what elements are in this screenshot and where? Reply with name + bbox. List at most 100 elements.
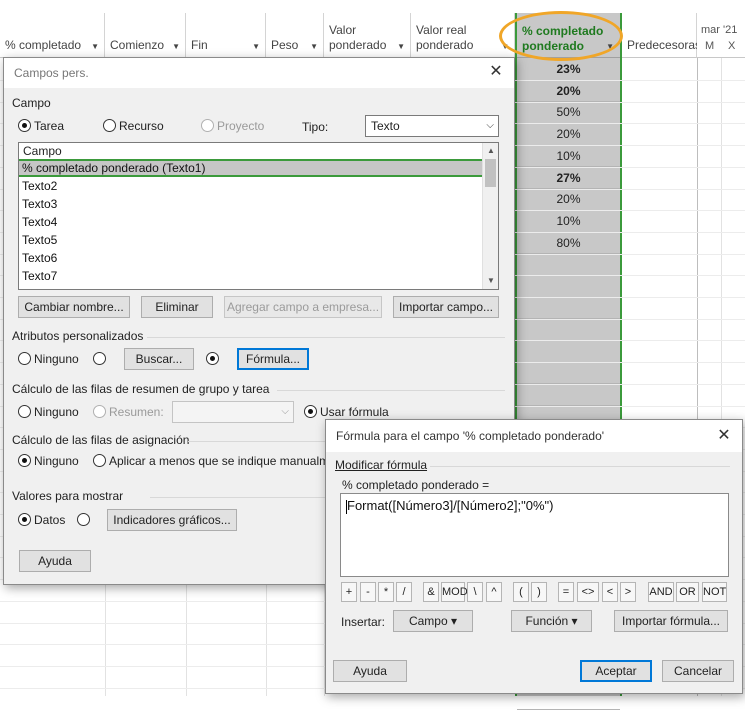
empty-cell[interactable] bbox=[517, 298, 620, 320]
operator-button[interactable]: + bbox=[341, 582, 357, 602]
field-list-item[interactable]: Texto7 bbox=[19, 267, 483, 285]
chevron-down-icon[interactable]: ▼ bbox=[397, 42, 405, 51]
empty-cell[interactable] bbox=[517, 341, 620, 363]
scroll-up-icon[interactable]: ▲ bbox=[483, 143, 498, 159]
chevron-down-icon[interactable]: ▼ bbox=[91, 42, 99, 51]
insert-function-button[interactable]: Función ▾ bbox=[511, 610, 592, 632]
field-list-header: Campo bbox=[19, 143, 483, 160]
divider bbox=[430, 466, 730, 467]
timeline-header: mar '21 M X bbox=[697, 13, 745, 58]
operator-button[interactable]: = bbox=[558, 582, 574, 602]
radio-attributes-lookup[interactable] bbox=[93, 352, 106, 365]
empty-cell[interactable] bbox=[517, 385, 620, 407]
radio-attributes-none[interactable] bbox=[18, 352, 31, 365]
field-list-scrollbar[interactable]: ▲ ▼ bbox=[482, 143, 498, 289]
field-list-item[interactable]: Texto6 bbox=[19, 249, 483, 267]
import-field-button[interactable]: Importar campo... bbox=[393, 296, 499, 318]
field-list[interactable]: Campo % completado ponderado (Texto1) Tex… bbox=[18, 142, 499, 290]
operator-button[interactable]: ) bbox=[531, 582, 547, 602]
operator-button[interactable]: OR bbox=[676, 582, 699, 602]
ok-button[interactable]: Aceptar bbox=[580, 660, 652, 682]
operator-button[interactable]: / bbox=[396, 582, 412, 602]
insert-field-button[interactable]: Campo ▾ bbox=[393, 610, 473, 632]
field-list-item[interactable]: Texto2 bbox=[19, 177, 483, 195]
operator-button[interactable]: - bbox=[360, 582, 376, 602]
column-header-weighted-value[interactable]: Valor ponderado ▼ bbox=[324, 13, 411, 58]
close-icon[interactable]: ✕ bbox=[488, 64, 504, 80]
weighted-percent-cell[interactable]: 10% bbox=[517, 211, 620, 233]
rollup-select[interactable]: ⌵ bbox=[172, 401, 294, 423]
divider bbox=[150, 497, 328, 498]
radio-task[interactable] bbox=[18, 119, 31, 132]
operator-button[interactable]: > bbox=[620, 582, 636, 602]
operator-button[interactable]: NOT bbox=[702, 582, 727, 602]
weighted-percent-cell[interactable]: 20% bbox=[517, 124, 620, 146]
operator-button[interactable]: ( bbox=[513, 582, 529, 602]
chevron-down-icon[interactable]: ▼ bbox=[252, 42, 260, 51]
lookup-button[interactable]: Buscar... bbox=[124, 348, 194, 370]
radio-project[interactable] bbox=[201, 119, 214, 132]
weighted-percent-cell[interactable]: 10% bbox=[517, 146, 620, 168]
formula-help-button[interactable]: Ayuda bbox=[333, 660, 407, 682]
dialog-titlebar: Fórmula para el campo '% completado pond… bbox=[326, 420, 742, 452]
operator-button[interactable]: <> bbox=[577, 582, 599, 602]
operator-button[interactable]: < bbox=[602, 582, 618, 602]
field-list-item[interactable]: Texto5 bbox=[19, 231, 483, 249]
radio-assignment-none[interactable] bbox=[18, 454, 31, 467]
operator-button[interactable]: ^ bbox=[486, 582, 502, 602]
radio-summary-use-formula[interactable] bbox=[304, 405, 317, 418]
radio-summary-rollup[interactable] bbox=[93, 405, 106, 418]
campo-group-label: Campo bbox=[12, 96, 51, 110]
divider bbox=[188, 441, 328, 442]
divider bbox=[147, 337, 505, 338]
operator-button[interactable]: \ bbox=[467, 582, 483, 602]
field-list-item[interactable]: Texto3 bbox=[19, 195, 483, 213]
formula-textarea[interactable]: Format([Número3]/[Número2];"0%") bbox=[340, 493, 729, 577]
operator-button[interactable]: & bbox=[423, 582, 439, 602]
weighted-percent-cell[interactable]: 20% bbox=[517, 189, 620, 211]
chevron-down-icon[interactable]: ▼ bbox=[310, 42, 318, 51]
divider bbox=[277, 390, 505, 391]
operator-button[interactable]: AND bbox=[648, 582, 674, 602]
radio-attributes-formula[interactable] bbox=[206, 352, 219, 365]
delete-button[interactable]: Eliminar bbox=[141, 296, 213, 318]
field-list-item[interactable]: Texto4 bbox=[19, 213, 483, 231]
rename-button[interactable]: Cambiar nombre... bbox=[18, 296, 130, 318]
radio-values-graphical[interactable] bbox=[77, 513, 90, 526]
help-button[interactable]: Ayuda bbox=[19, 550, 91, 572]
cancel-button[interactable]: Cancelar bbox=[662, 660, 734, 682]
import-formula-button[interactable]: Importar fórmula... bbox=[614, 610, 728, 632]
empty-cell[interactable] bbox=[517, 254, 620, 276]
chevron-down-icon[interactable]: ▼ bbox=[172, 42, 180, 51]
weighted-percent-cell[interactable]: 20% bbox=[517, 81, 620, 103]
formula-button[interactable]: Fórmula... bbox=[237, 348, 309, 370]
graphical-indicators-button[interactable]: Indicadores gráficos... bbox=[107, 509, 237, 531]
edit-formula-label: Modificar fórmula bbox=[335, 458, 428, 472]
column-header-percent-complete[interactable]: % completado ▼ bbox=[0, 13, 105, 58]
scroll-thumb[interactable] bbox=[485, 159, 496, 187]
radio-summary-none[interactable] bbox=[18, 405, 31, 418]
radio-assignment-rollup-unless[interactable] bbox=[93, 454, 106, 467]
column-header-predecessors[interactable]: Predecesoras bbox=[622, 13, 701, 58]
radio-values-data[interactable] bbox=[18, 513, 31, 526]
radio-resource[interactable] bbox=[103, 119, 116, 132]
empty-cell[interactable] bbox=[517, 363, 620, 385]
empty-cell[interactable] bbox=[517, 319, 620, 342]
weighted-percent-cell[interactable]: 50% bbox=[517, 102, 620, 125]
column-header-finish[interactable]: Fin ▼ bbox=[186, 13, 266, 58]
empty-cell[interactable] bbox=[517, 276, 620, 298]
close-icon[interactable]: ✕ bbox=[716, 428, 732, 444]
add-to-enterprise-button[interactable]: Agregar campo a empresa... bbox=[224, 296, 382, 318]
scroll-down-icon[interactable]: ▼ bbox=[483, 273, 498, 289]
weighted-percent-cell[interactable]: 23% bbox=[517, 59, 620, 81]
weighted-percent-cell[interactable]: 27% bbox=[517, 168, 620, 190]
dialog-titlebar: Campos pers. ✕ bbox=[4, 58, 514, 88]
weighted-percent-cell[interactable]: 80% bbox=[517, 233, 620, 255]
type-select[interactable]: Texto ⌵ bbox=[365, 115, 499, 137]
operator-button[interactable]: MOD bbox=[441, 582, 468, 602]
field-list-item[interactable]: % completado ponderado (Texto1) bbox=[19, 159, 483, 177]
field-list-item[interactable]: Texto8 bbox=[19, 285, 483, 289]
column-header-weight[interactable]: Peso ▼ bbox=[266, 13, 324, 58]
operator-button[interactable]: * bbox=[378, 582, 394, 602]
column-header-start[interactable]: Comienzo ▼ bbox=[105, 13, 186, 58]
